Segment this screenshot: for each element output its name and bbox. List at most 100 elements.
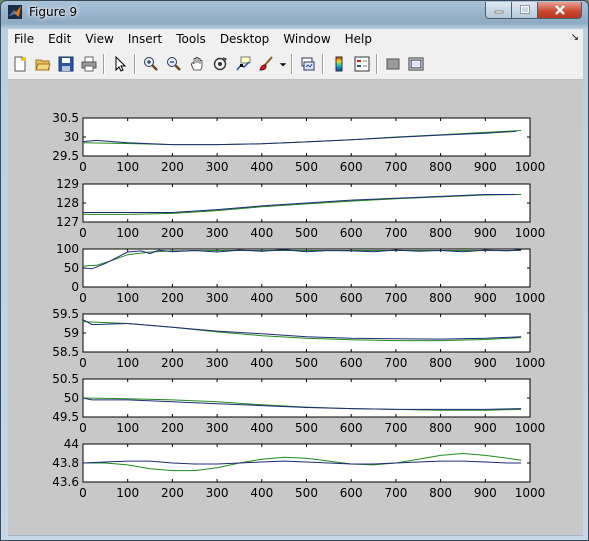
x-tick-label: 0 [79, 486, 87, 500]
y-tick-label: 0 [71, 280, 79, 294]
y-tick-label: 49.5 [52, 410, 79, 424]
figure-window: Figure 9 File Edit View Insert Tools Des… [0, 0, 589, 541]
x-tick-label: 100 [116, 291, 139, 305]
x-tick-label: 600 [340, 421, 363, 435]
data-cursor-button[interactable] [232, 53, 254, 75]
x-tick-label: 100 [116, 486, 139, 500]
subplot-4[interactable]: 0 100 200 300 400 500 600 700 800 900 1000 58.5 59 59… [52, 307, 545, 370]
brush-icon [259, 56, 273, 71]
show-plot-tools-button[interactable] [405, 53, 427, 75]
x-tick-label: 100 [116, 356, 139, 370]
x-tick-label: 100 [116, 226, 139, 240]
link-plot-button[interactable] [297, 53, 319, 75]
open-file-button[interactable] [32, 53, 54, 75]
figure-canvas[interactable]: 0 100 200 300 400 500 600 700 800 900 1000 29.5 30 30… [8, 80, 583, 535]
pan-button[interactable] [186, 53, 208, 75]
subplot-5[interactable]: 0 100 200 300 400 500 600 700 800 900 1000 49.5 50 50… [52, 372, 545, 435]
x-tick-label: 400 [250, 421, 273, 435]
axes-box [82, 443, 531, 483]
x-tick-label: 200 [161, 421, 184, 435]
x-tick-label: 800 [429, 486, 452, 500]
y-tick-label: 50 [64, 391, 79, 405]
dock-arrow-icon[interactable]: ↘ [571, 32, 579, 43]
menu-insert[interactable]: Insert [121, 29, 169, 49]
close-button[interactable] [538, 2, 582, 19]
x-tick-label: 800 [429, 291, 452, 305]
insert-colorbar-button[interactable] [328, 53, 350, 75]
x-tick-label: 800 [429, 160, 452, 174]
x-tick-label: 700 [384, 421, 407, 435]
y-tick-label: 127 [56, 215, 79, 229]
print-button[interactable] [78, 53, 100, 75]
x-tick-label: 200 [161, 356, 184, 370]
brush-dropdown-button[interactable] [278, 53, 288, 75]
maximize-icon [519, 5, 530, 14]
new-figure-button[interactable] [9, 53, 31, 75]
print-icon [81, 56, 97, 72]
x-tick-label: 1000 [515, 486, 546, 500]
x-tick-label: 0 [79, 226, 87, 240]
x-tick-label: 400 [250, 291, 273, 305]
minimize-icon [494, 10, 503, 14]
subplot-3[interactable]: 0 100 200 300 400 500 600 700 800 900 1000 0 50 100 [56, 242, 545, 305]
x-tick-label: 1000 [515, 421, 546, 435]
toolbar-separator [134, 54, 136, 74]
menu-window[interactable]: Window [276, 29, 337, 49]
y-tick-label: 100 [56, 242, 79, 256]
x-tick-label: 200 [161, 291, 184, 305]
matlab-logo-icon [8, 5, 22, 19]
figure-toolbar [8, 49, 583, 80]
x-tick-label: 800 [429, 421, 452, 435]
menu-view[interactable]: View [78, 29, 120, 49]
x-tick-label: 200 [161, 226, 184, 240]
subplot-6[interactable]: 0 100 200 300 400 500 600 700 800 900 1000 43.6 43.8… [52, 437, 545, 500]
zoom-out-icon [167, 57, 181, 71]
menu-tools[interactable]: Tools [169, 29, 213, 49]
x-tick-label: 500 [295, 226, 318, 240]
maximize-button[interactable] [512, 2, 538, 19]
x-tick-label: 900 [474, 226, 497, 240]
x-tick-label: 0 [79, 291, 87, 305]
x-tick-label: 500 [295, 160, 318, 174]
axes-box [82, 378, 531, 418]
x-tick-label: 100 [116, 421, 139, 435]
x-tick-label: 600 [340, 356, 363, 370]
pointer-icon [115, 56, 127, 72]
axes-box [82, 248, 531, 288]
menu-file[interactable]: File [8, 29, 41, 49]
insert-legend-button[interactable] [351, 53, 373, 75]
x-tick-label: 600 [340, 226, 363, 240]
hide-plot-tools-button[interactable] [382, 53, 404, 75]
menu-desktop[interactable]: Desktop [213, 29, 277, 49]
zoom-in-button[interactable] [140, 53, 162, 75]
x-tick-label: 500 [295, 356, 318, 370]
minimize-button[interactable] [485, 2, 512, 19]
title-bar[interactable]: Figure 9 [1, 1, 588, 25]
subplot-2[interactable]: 0 100 200 300 400 500 600 700 800 900 1000 127 128 12… [56, 177, 545, 240]
x-tick-label: 1000 [515, 160, 546, 174]
y-tick-label: 128 [56, 196, 79, 210]
x-tick-label: 500 [295, 421, 318, 435]
zoom-out-button[interactable] [163, 53, 185, 75]
brush-button[interactable] [255, 53, 277, 75]
data-cursor-icon [236, 56, 251, 71]
x-tick-label: 100 [116, 160, 139, 174]
y-tick-label: 58.5 [52, 345, 79, 359]
y-tick-label: 59 [64, 326, 79, 340]
y-tick-label: 30.5 [52, 111, 79, 125]
pointer-button[interactable] [109, 53, 131, 75]
legend-icon [354, 56, 370, 72]
rotate-3d-button[interactable] [209, 53, 231, 75]
menu-help[interactable]: Help [338, 29, 379, 49]
x-tick-label: 400 [250, 226, 273, 240]
x-tick-label: 900 [474, 421, 497, 435]
toolbar-separator [322, 54, 324, 74]
x-tick-label: 800 [429, 226, 452, 240]
save-button[interactable] [55, 53, 77, 75]
pan-icon [191, 56, 203, 71]
x-tick-label: 1000 [515, 291, 546, 305]
menu-edit[interactable]: Edit [41, 29, 78, 49]
subplot-1[interactable]: 0 100 200 300 400 500 600 700 800 900 1000 29.5 30 30… [52, 111, 545, 174]
x-tick-label: 300 [206, 356, 229, 370]
y-tick-label: 59.5 [52, 307, 79, 321]
